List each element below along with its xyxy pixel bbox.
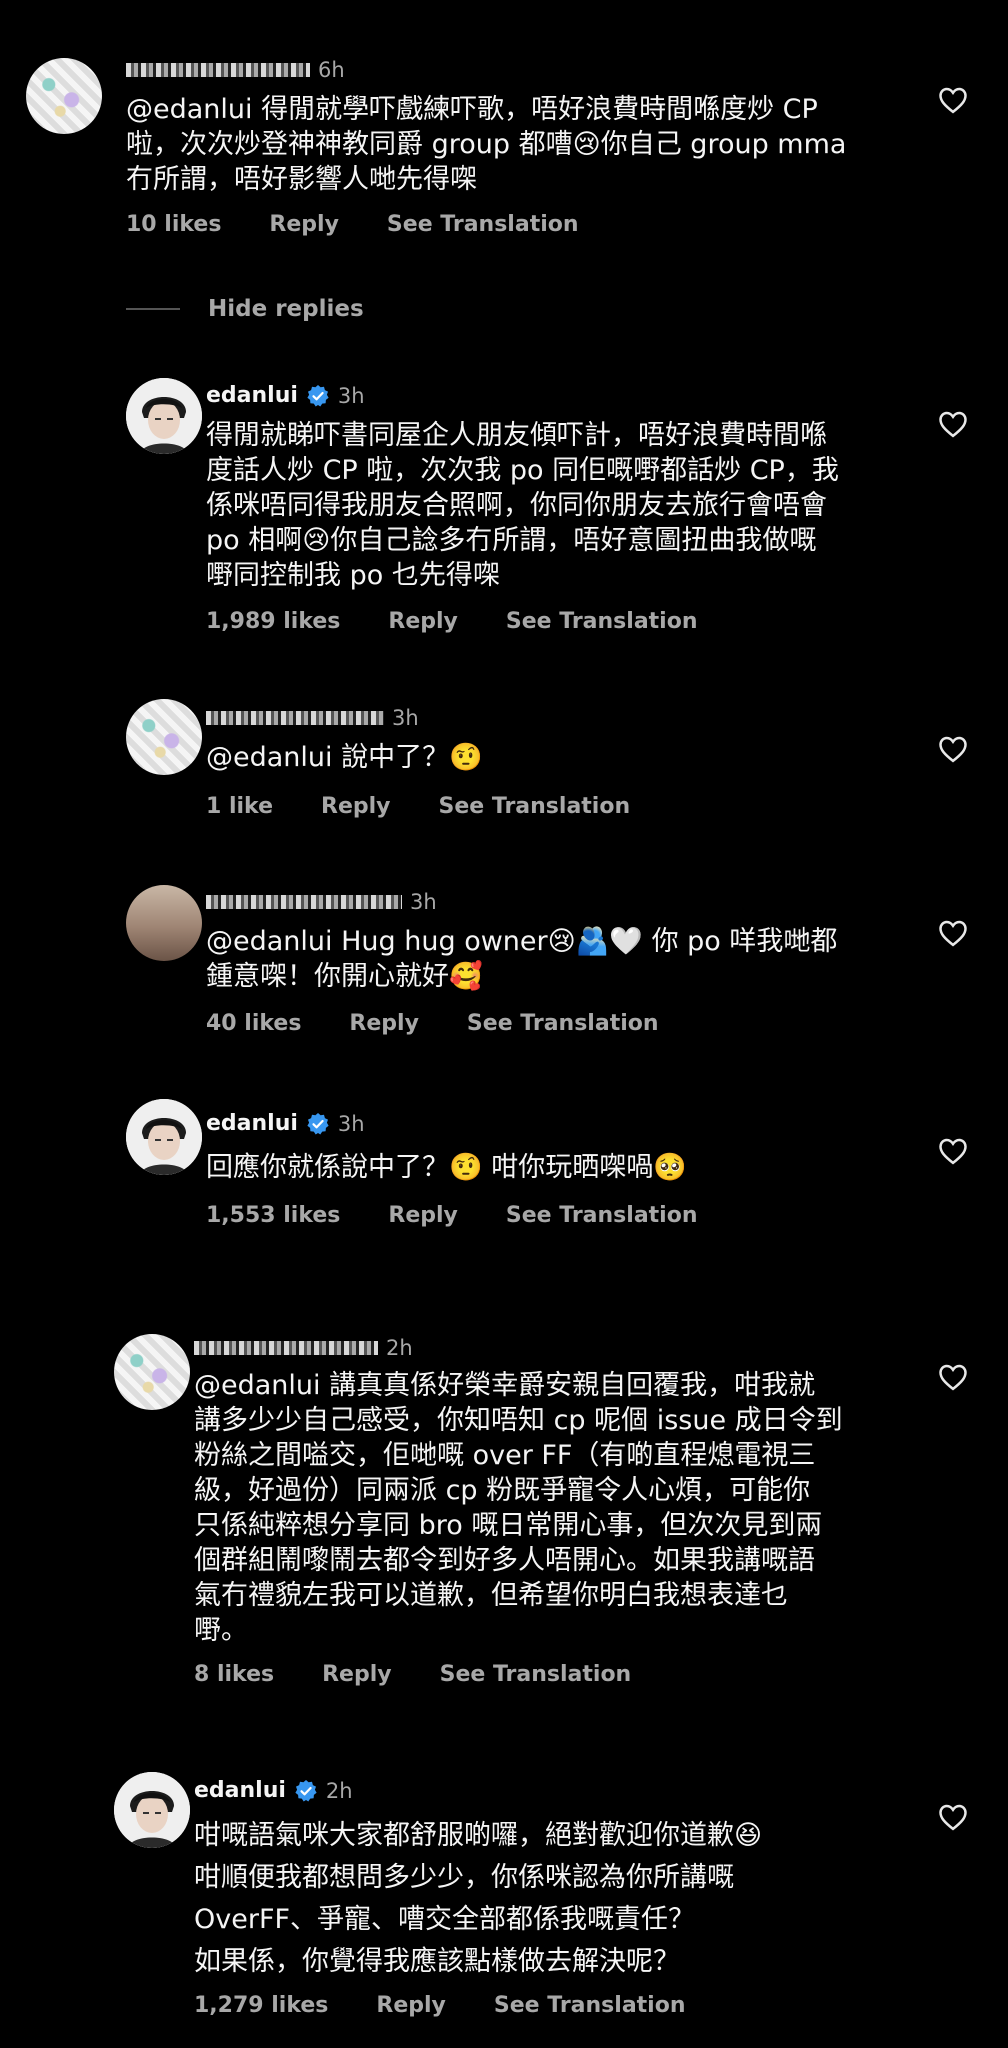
comment-actions: 1,553 likes Reply See Translation — [206, 1203, 698, 1228]
comment-time: 3h — [337, 383, 365, 408]
reply-button[interactable]: Reply — [388, 609, 458, 634]
comment-text: 咁嘅語氣咪大家都舒服啲囉，絕對歡迎你道歉😆 咁順便我都想問多少少，你係咪認為你所… — [194, 1820, 763, 1977]
comment-actions: 1,279 likes Reply See Translation — [194, 1993, 686, 2018]
see-translation-button[interactable]: See Translation — [387, 212, 579, 237]
username-blurred[interactable] — [194, 1341, 378, 1355]
see-translation-button[interactable]: See Translation — [467, 1011, 659, 1036]
username[interactable]: edanlui — [194, 1778, 286, 1803]
comment-meta: edanlui 2h — [194, 1778, 353, 1803]
username[interactable]: edanlui — [206, 1111, 298, 1136]
comment-actions: 1 like Reply See Translation — [206, 794, 630, 819]
comment-time: 3h — [392, 706, 419, 730]
comment-time: 3h — [337, 1111, 365, 1136]
heart-outline-icon[interactable] — [938, 86, 968, 114]
heart-outline-icon[interactable] — [938, 919, 968, 947]
comment-meta: 6h — [126, 58, 345, 82]
comment-time: 2h — [386, 1336, 413, 1360]
avatar[interactable] — [126, 1099, 202, 1175]
see-translation-button[interactable]: See Translation — [506, 1203, 698, 1228]
comment-text: @edanlui 講真真係好榮幸爵安親自回覆我，咁我就 講多少少自己感受，你知唔… — [194, 1370, 843, 1646]
hide-replies-label: Hide replies — [208, 296, 364, 322]
comment-actions: 40 likes Reply See Translation — [206, 1011, 659, 1036]
hide-replies-toggle[interactable]: Hide replies — [126, 296, 364, 322]
likes-count[interactable]: 1,553 likes — [206, 1203, 340, 1228]
see-translation-button[interactable]: See Translation — [494, 1993, 686, 2018]
comment-text: 回應你就係說中了？🤨 咁你玩晒㗎喎🥺 — [206, 1152, 687, 1183]
avatar[interactable] — [126, 699, 202, 775]
comment-actions: 1,989 likes Reply See Translation — [206, 609, 698, 634]
comment-time: 2h — [325, 1778, 353, 1803]
avatar[interactable] — [26, 58, 102, 134]
username-blurred[interactable] — [206, 711, 384, 725]
reply-button[interactable]: Reply — [269, 212, 339, 237]
avatar[interactable] — [126, 378, 202, 454]
username-blurred[interactable] — [126, 63, 310, 77]
comment-meta: edanlui 3h — [206, 1111, 365, 1136]
verified-badge-icon — [307, 1112, 329, 1134]
see-translation-button[interactable]: See Translation — [506, 609, 698, 634]
heart-outline-icon[interactable] — [938, 410, 968, 438]
username[interactable]: edanlui — [206, 383, 298, 408]
comment-text: @edanlui Hug hug owner😢🫂🤍 你 po 咩我哋都 鍾意㗎！… — [206, 926, 838, 992]
comment-time: 3h — [410, 890, 437, 914]
verified-badge-icon — [295, 1779, 317, 1801]
likes-count[interactable]: 1,989 likes — [206, 609, 340, 634]
comment-text: @edanlui 得閒就學吓戲練吓歌，唔好浪費時間喺度炒 CP 啦，次次炒登神神… — [126, 94, 847, 195]
comment-meta: edanlui 3h — [206, 383, 365, 408]
likes-count[interactable]: 1 like — [206, 794, 273, 819]
verified-badge-icon — [307, 384, 329, 406]
avatar[interactable] — [114, 1334, 190, 1410]
avatar-portrait-icon — [114, 1772, 190, 1848]
comment-meta: 2h — [194, 1336, 413, 1360]
likes-count[interactable]: 1,279 likes — [194, 1993, 328, 2018]
likes-count[interactable]: 8 likes — [194, 1662, 274, 1687]
likes-count[interactable]: 10 likes — [126, 212, 221, 237]
comment-text: 得閒就睇吓書同屋企人朋友傾吓計，唔好浪費時間喺 度話人炒 CP 啦，次次我 po… — [206, 420, 839, 591]
heart-outline-icon[interactable] — [938, 1363, 968, 1391]
comment-text: @edanlui 說中了？🤨 — [206, 742, 483, 773]
avatar[interactable] — [114, 1772, 190, 1848]
avatar-portrait-icon — [126, 378, 202, 454]
avatar-portrait-icon — [126, 1099, 202, 1175]
username-blurred[interactable] — [206, 895, 402, 909]
reply-button[interactable]: Reply — [349, 1011, 419, 1036]
see-translation-button[interactable]: See Translation — [439, 794, 631, 819]
comment-time: 6h — [318, 58, 345, 82]
heart-outline-icon[interactable] — [938, 735, 968, 763]
reply-button[interactable]: Reply — [376, 1993, 446, 2018]
comment-actions: 10 likes Reply See Translation — [126, 212, 579, 237]
reply-button[interactable]: Reply — [388, 1203, 458, 1228]
avatar[interactable] — [126, 885, 202, 961]
divider — [126, 308, 180, 310]
see-translation-button[interactable]: See Translation — [440, 1662, 632, 1687]
comment-meta: 3h — [206, 706, 419, 730]
heart-outline-icon[interactable] — [938, 1137, 968, 1165]
reply-button[interactable]: Reply — [322, 1662, 392, 1687]
comment-meta: 3h — [206, 890, 437, 914]
heart-outline-icon[interactable] — [938, 1803, 968, 1831]
likes-count[interactable]: 40 likes — [206, 1011, 301, 1036]
reply-button[interactable]: Reply — [321, 794, 391, 819]
comment-actions: 8 likes Reply See Translation — [194, 1662, 631, 1687]
